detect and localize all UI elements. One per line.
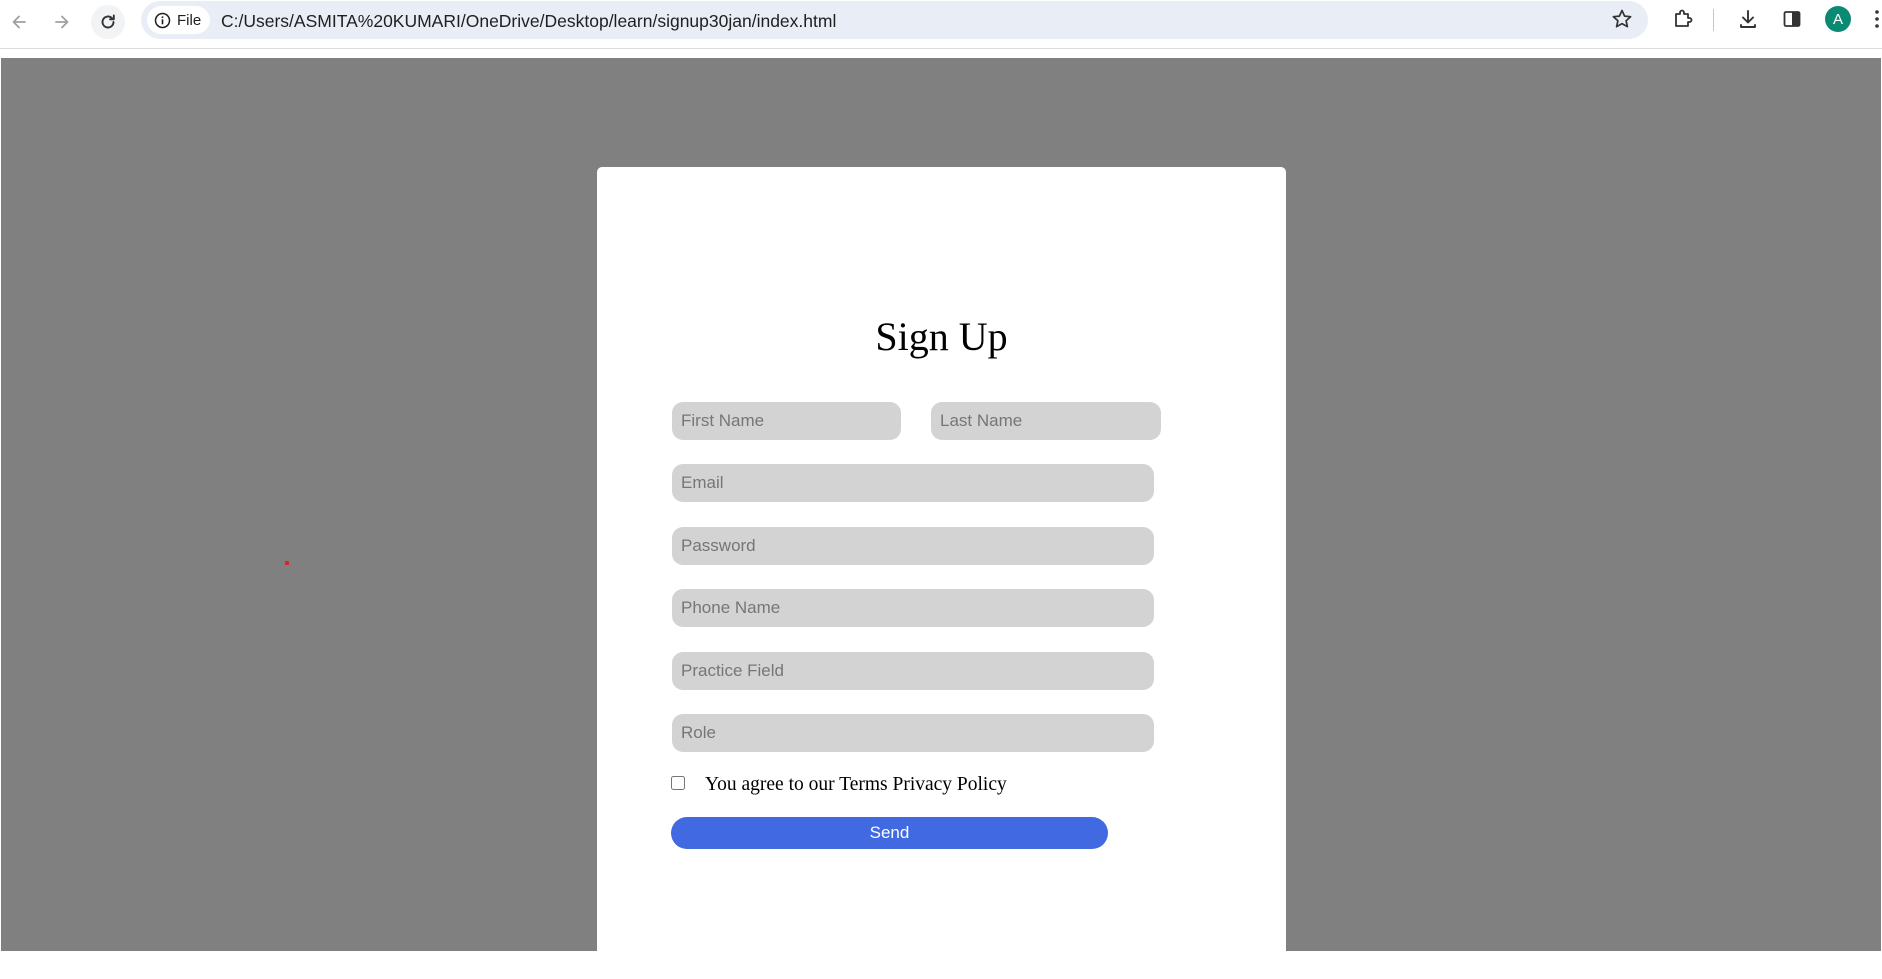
address-bar[interactable]: File C:/Users/ASMITA%20KUMARI/OneDrive/D…: [141, 1, 1648, 39]
phone-input[interactable]: [672, 589, 1154, 627]
extensions-button[interactable]: [1671, 7, 1695, 31]
more-vertical-icon: [1875, 10, 1879, 28]
star-icon: [1612, 9, 1632, 28]
page-viewport: Sign Up You agree to our Terms Privacy P…: [1, 58, 1881, 979]
site-chip-label: File: [177, 11, 202, 29]
downloads-button[interactable]: [1736, 7, 1760, 31]
last-name-input[interactable]: [931, 402, 1161, 440]
email-input[interactable]: [672, 464, 1154, 502]
password-input[interactable]: [672, 527, 1154, 565]
info-icon: [154, 12, 171, 28]
cursor-dot: [285, 561, 289, 565]
browser-menu-button[interactable]: [1873, 8, 1881, 35]
site-info-chip[interactable]: File: [147, 6, 211, 34]
first-name-input[interactable]: [672, 402, 901, 440]
role-input[interactable]: [672, 714, 1154, 752]
reload-button[interactable]: [91, 5, 125, 39]
arrow-left-icon: [12, 15, 26, 29]
toolbar-divider: [1713, 9, 1714, 31]
puzzle-icon: [1675, 9, 1693, 27]
signup-card: Sign Up You agree to our Terms Privacy P…: [597, 167, 1286, 979]
back-button[interactable]: [2, 5, 36, 39]
side-panel-icon: [1783, 11, 1801, 27]
terms-checkbox[interactable]: [671, 776, 685, 790]
terms-label: You agree to our Terms Privacy Policy: [705, 774, 1007, 795]
url-text[interactable]: C:/Users/ASMITA%20KUMARI/OneDrive/Deskto…: [221, 11, 836, 32]
send-button[interactable]: Send: [671, 817, 1108, 849]
browser-toolbar: File C:/Users/ASMITA%20KUMARI/OneDrive/D…: [0, 0, 1882, 49]
download-icon: [1740, 10, 1756, 28]
profile-avatar[interactable]: A: [1825, 6, 1851, 32]
arrow-right-icon: [55, 15, 69, 29]
form-title: Sign Up: [875, 314, 1008, 359]
forward-button[interactable]: [45, 5, 79, 39]
bookmark-button[interactable]: [1611, 8, 1633, 35]
side-panel-button[interactable]: [1780, 7, 1804, 31]
reload-icon: [101, 14, 115, 29]
practice-field-input[interactable]: [672, 652, 1154, 690]
